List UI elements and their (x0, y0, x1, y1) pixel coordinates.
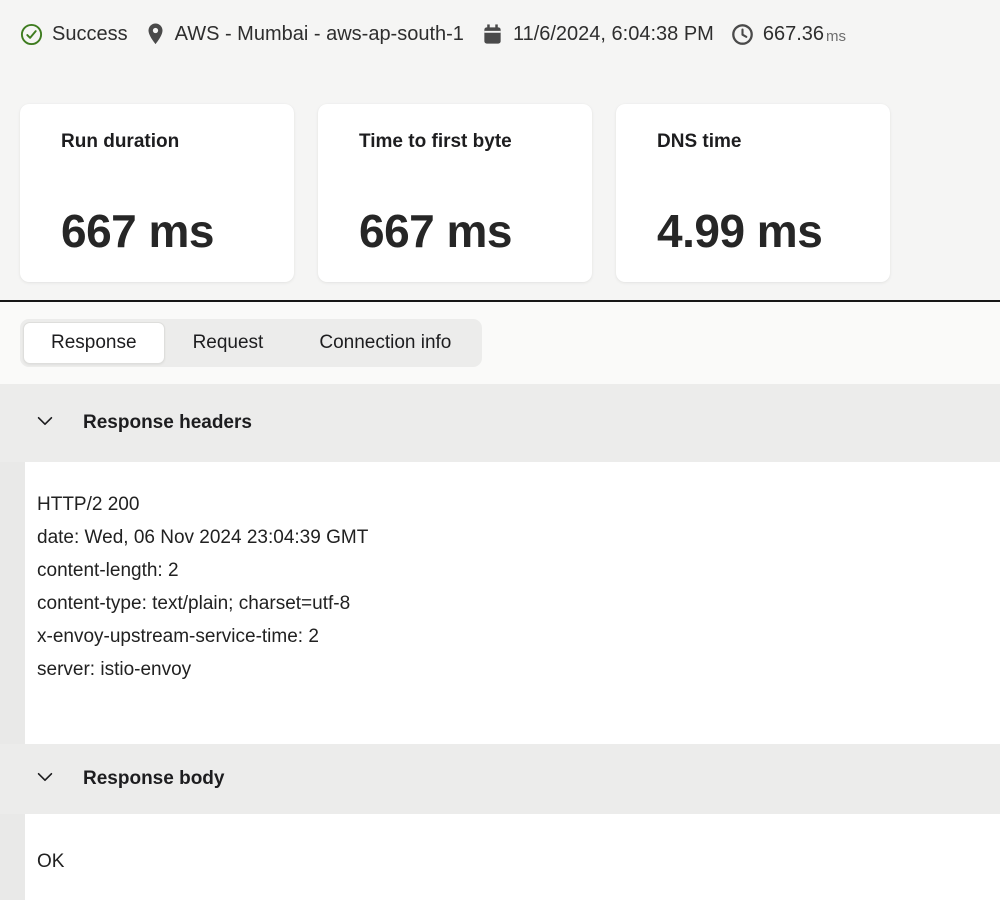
metric-label: DNS time (657, 131, 870, 153)
map-pin-icon (145, 22, 166, 46)
run-datetime-label: 11/6/2024, 6:04:38 PM (513, 23, 714, 46)
chevron-down-icon[interactable] (34, 410, 56, 437)
metric-value: 667 ms (359, 204, 572, 258)
run-status-label: Success (52, 23, 128, 46)
metric-label: Run duration (61, 131, 274, 153)
metric-label: Time to first byte (359, 131, 572, 153)
section-title: Response headers (83, 412, 252, 434)
response-headers-content: HTTP/2 200 date: Wed, 06 Nov 2024 23:04:… (0, 462, 1000, 744)
response-body-content: OK (0, 814, 1000, 900)
response-header-line: date: Wed, 06 Nov 2024 23:04:39 GMT (37, 521, 980, 554)
calendar-icon (481, 23, 504, 46)
run-duration-unit: ms (826, 24, 846, 45)
response-header-line: content-type: text/plain; charset=utf-8 (37, 587, 980, 620)
clock-icon (731, 23, 754, 46)
run-datetime: 11/6/2024, 6:04:38 PM (481, 23, 714, 46)
section-title: Response body (83, 768, 224, 790)
metric-card-dns-time: DNS time 4.99 ms (616, 104, 890, 282)
check-circle-icon (20, 23, 43, 46)
detail-tabs-row: Response Request Connection info (0, 302, 1000, 384)
response-body-section-header[interactable]: Response body (0, 744, 1000, 814)
detail-tabs: Response Request Connection info (20, 319, 482, 367)
status-bar: Success AWS - Mumbai - aws-ap-south-1 (20, 22, 980, 46)
run-duration: 667.36 ms (731, 23, 846, 46)
run-summary-section: Success AWS - Mumbai - aws-ap-south-1 (0, 0, 1000, 302)
run-status: Success (20, 23, 128, 46)
response-header-line: server: istio-envoy (37, 653, 980, 686)
metric-value: 667 ms (61, 204, 274, 258)
run-duration-value: 667.36 (763, 23, 824, 46)
response-header-line: x-envoy-upstream-service-time: 2 (37, 620, 980, 653)
metric-card-run-duration: Run duration 667 ms (20, 104, 294, 282)
metric-value: 4.99 ms (657, 204, 870, 258)
tab-request[interactable]: Request (165, 322, 292, 364)
response-header-line: content-length: 2 (37, 554, 980, 587)
metric-card-ttfb: Time to first byte 667 ms (318, 104, 592, 282)
chevron-down-icon[interactable] (34, 766, 56, 793)
metric-cards: Run duration 667 ms Time to first byte 6… (20, 104, 980, 282)
response-headers-section-header[interactable]: Response headers (0, 384, 1000, 462)
run-location-label: AWS - Mumbai - aws-ap-south-1 (175, 23, 464, 46)
tab-connection-info[interactable]: Connection info (291, 322, 479, 364)
response-header-line: HTTP/2 200 (37, 488, 980, 521)
response-body-text: OK (37, 845, 980, 878)
run-location: AWS - Mumbai - aws-ap-south-1 (145, 22, 464, 46)
tab-response[interactable]: Response (23, 322, 165, 364)
